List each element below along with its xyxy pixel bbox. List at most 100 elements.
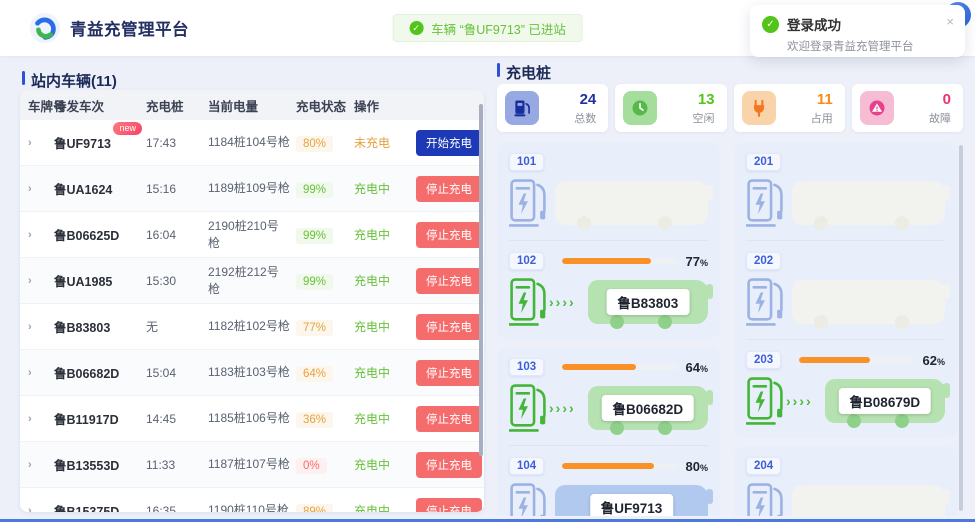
stat-card-fault: 0 故障 [852, 84, 963, 132]
row-expander-icon[interactable] [28, 137, 54, 149]
charge-action-button[interactable]: 停止充电 [416, 222, 482, 248]
bus-silhouette: 鲁B08679D [825, 379, 945, 423]
arrival-toast-text: 车辆 “鲁UF9713” 已进站 [431, 19, 566, 38]
plate-cell: 鲁B11917D [54, 409, 146, 429]
charge-action-button[interactable]: 停止充电 [416, 406, 482, 432]
plate-number: 鲁B13553D [54, 459, 119, 473]
bus-silhouette [792, 181, 945, 225]
next-departure-cell: 15:30 [146, 274, 208, 288]
pile-slot: 102 77% 鲁B83803 [509, 240, 708, 339]
pile-grid-scrollbar[interactable] [959, 145, 963, 511]
pile-gun-cell: 1190桩110号枪 [208, 502, 296, 512]
row-expander-icon[interactable] [28, 229, 54, 241]
bus-silhouette: 鲁B06682D [588, 386, 708, 430]
charge-action-button[interactable]: 停止充电 [416, 268, 482, 294]
app-window: 青益充管理平台 ✓ 车辆 “鲁UF9713” 已进站 ✓ 登录成功 欢迎登录青益… [0, 0, 975, 522]
bus-silhouette: 鲁B83803 [588, 280, 708, 324]
bus-wheel [658, 216, 672, 230]
soc-badge: 99% [296, 228, 333, 244]
charge-action-button[interactable]: 停止充电 [416, 498, 482, 513]
row-expander-icon[interactable] [28, 183, 54, 195]
close-icon[interactable]: × [946, 15, 954, 28]
vehicle-arrival-toast: ✓ 车辆 “鲁UF9713” 已进站 [392, 14, 583, 42]
charging-status: 充电中 [354, 364, 416, 381]
soc-percent: 77 [686, 254, 700, 269]
soc-badge: 80% [296, 136, 333, 152]
plate-number: 鲁B06682D [54, 367, 119, 381]
bus-wheel [895, 414, 909, 428]
charge-action-button[interactable]: 停止充电 [416, 176, 482, 202]
row-expander-icon[interactable] [28, 505, 54, 513]
table-scrollbar[interactable] [479, 104, 483, 456]
charge-action-button[interactable]: 停止充电 [416, 314, 482, 340]
stat-value: 24 [574, 91, 596, 108]
bus-plate: 鲁B08679D [839, 388, 932, 414]
plug-icon [742, 91, 776, 125]
alert-icon [860, 91, 894, 125]
plate-number: 鲁UF9713 [54, 137, 111, 151]
charging-status: 充电中 [354, 410, 416, 427]
stat-value: 13 [693, 91, 715, 108]
charging-pile-icon [746, 177, 784, 229]
pile-slot: 103 64% 鲁B06682D [509, 347, 708, 445]
charging-pile-icon [746, 375, 784, 427]
plate-cell: 鲁B83803 [54, 317, 146, 337]
charging-pile-icon [746, 481, 784, 516]
pile-gun-cell: 2192桩212号枪 [208, 264, 296, 296]
charging-status: 充电中 [354, 180, 416, 197]
pile-slot: 104 80% 鲁UF9713 [509, 445, 708, 516]
charging-pile-icon [509, 276, 547, 328]
table-row: 鲁B15375D 16:35 1190桩110号枪 89% 充电中 停止充电 [20, 488, 484, 512]
bus-silhouette: 鲁UF9713 [555, 485, 708, 516]
charging-pile-icon [509, 481, 547, 516]
charge-action-button[interactable]: 停止充电 [416, 452, 482, 478]
row-expander-icon[interactable] [28, 413, 54, 425]
soc-progress: 80% [562, 459, 708, 474]
plate-cell: 鲁UF9713new [54, 133, 146, 153]
next-departure-cell: 15:04 [146, 366, 208, 380]
soc-badge: 64% [296, 366, 333, 382]
pile-gun-cell: 1187桩107号枪 [208, 456, 296, 472]
pile-column-left: 101 102 77% [497, 142, 720, 516]
progress-track [799, 357, 915, 363]
table-row: 鲁UA1624 15:16 1189桩109号枪 99% 充电中 停止充电 [20, 166, 484, 212]
pile-card: 204 [734, 446, 957, 516]
row-expander-icon[interactable] [28, 367, 54, 379]
soc-percent: 64 [686, 360, 700, 375]
login-success-toast: ✓ 登录成功 欢迎登录青益充管理平台 × [750, 5, 965, 57]
percent-sign: % [700, 258, 708, 268]
stat-label: 占用 [811, 110, 833, 126]
row-expander-icon[interactable] [28, 459, 54, 471]
app-logo-icon [30, 13, 60, 43]
new-badge: new [113, 122, 142, 135]
column-header: 充电状态 [296, 96, 354, 115]
bus-wheel [847, 414, 861, 428]
plate-number: 鲁B06625D [54, 229, 119, 243]
bus-silhouette [555, 181, 708, 225]
pile-id-badge: 202 [746, 252, 781, 270]
stat-value: 11 [811, 91, 833, 108]
stat-label: 总数 [574, 110, 596, 126]
pile-gun-cell: 1184桩104号枪 [208, 134, 296, 150]
row-expander-icon[interactable] [28, 321, 54, 333]
charge-action-button[interactable]: 停止充电 [416, 360, 482, 386]
soc-progress: 77% [562, 254, 708, 269]
charger-icon [505, 91, 539, 125]
table-header-row: 车牌号待发车次充电桩当前电量充电状态操作 [20, 90, 484, 120]
soc-badge: 77% [296, 320, 333, 336]
charging-status: 充电中 [354, 502, 416, 512]
pile-gun-cell: 1185桩106号枪 [208, 410, 296, 426]
table-row: 鲁B06682D 15:04 1183桩103号枪 64% 充电中 停止充电 [20, 350, 484, 396]
charge-action-button[interactable]: 开始充电 [416, 130, 482, 156]
app-title: 青益充管理平台 [70, 16, 189, 40]
bus-wheel [895, 216, 909, 230]
row-expander-icon[interactable] [28, 275, 54, 287]
pile-slot: 201 [746, 142, 945, 240]
next-departure-cell: 16:35 [146, 504, 208, 513]
table-row: 鲁B13553D 11:33 1187桩107号枪 0% 充电中 停止充电 [20, 442, 484, 488]
column-header: 车牌号 [28, 96, 54, 115]
pile-slot: 203 62% 鲁B08679D [746, 339, 945, 438]
plate-cell: 鲁B06682D [54, 363, 146, 383]
progress-fill [799, 357, 871, 363]
piles-section-title: 充电桩 [497, 62, 551, 83]
